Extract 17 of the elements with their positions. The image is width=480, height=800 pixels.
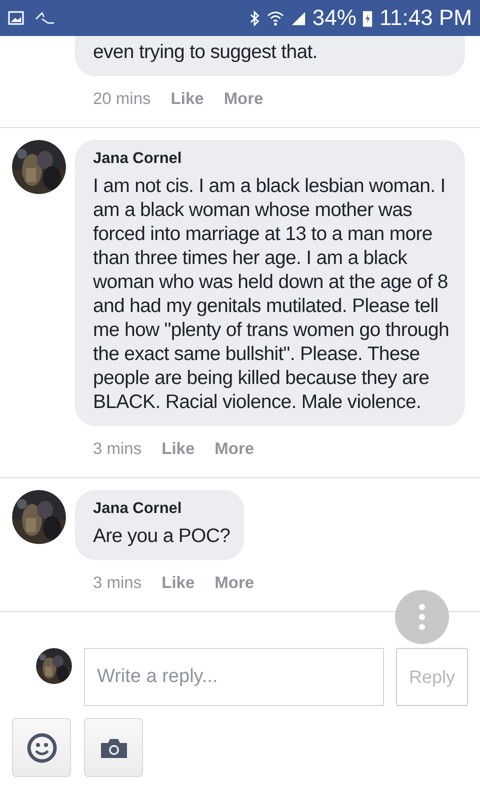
comment-action[interactable]: More <box>214 440 254 459</box>
comment-action[interactable]: More <box>224 90 264 109</box>
author-name[interactable]: Jana Cornel <box>93 500 230 518</box>
comment-action[interactable]: Like <box>162 574 195 593</box>
author-name[interactable]: Jana Cornel <box>93 150 451 168</box>
comment-action[interactable]: More <box>214 574 254 593</box>
comment-text: Are you a POC? <box>93 524 230 548</box>
battery-percent: 34% <box>312 5 356 31</box>
reply-field[interactable]: Write a reply... <box>84 648 384 706</box>
clock: 11:43 PM <box>379 5 472 31</box>
comment-text: I am not cis. I am a black lesbian woman. I am a black woman whose mother was forced into marriage at 13 to a man more than three times her age. I am a black woman who was held down at the age of 8 and had my genitals mutilated. Please tell me how "plenty of trans women go through the exact same bullshit". Please. These people are being killed because they are BLACK. Racial violence. Male violence. <box>93 174 450 414</box>
timestamp: 3 mins <box>93 440 142 459</box>
timestamp: 20 mins <box>93 90 151 109</box>
comment-action[interactable]: Like <box>170 90 204 109</box>
timestamp: 3 mins <box>93 574 142 593</box>
comment-action[interactable]: Like <box>162 440 195 459</box>
comment-text: even trying to suggest that. <box>93 40 318 64</box>
